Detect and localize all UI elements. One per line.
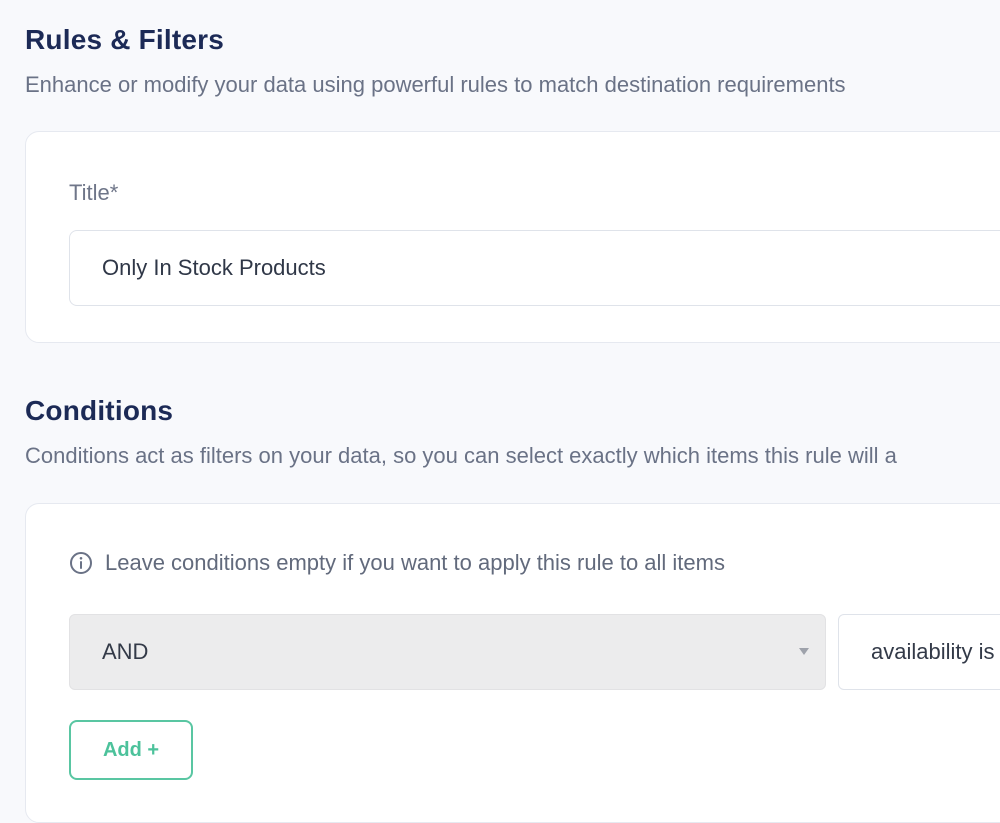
condition-field-text: availability is bbox=[871, 639, 995, 664]
conditions-card: Leave conditions empty if you want to ap… bbox=[25, 503, 1000, 823]
info-icon bbox=[70, 552, 92, 574]
operator-select-value: AND bbox=[102, 639, 149, 664]
conditions-hint-text: Leave conditions empty if you want to ap… bbox=[105, 550, 725, 575]
condition-field[interactable]: availability is bbox=[838, 614, 1000, 690]
conditions-title: Conditions bbox=[25, 395, 174, 426]
rules-filters-subtitle: Enhance or modify your data using powerf… bbox=[25, 72, 846, 97]
conditions-subtitle: Conditions act as filters on your data, … bbox=[25, 443, 897, 468]
conditions-hint: Leave conditions empty if you want to ap… bbox=[69, 550, 725, 576]
rules-filters-title: Rules & Filters bbox=[25, 24, 225, 55]
title-field-label: Title* bbox=[69, 180, 119, 205]
title-card: Title* bbox=[25, 131, 1000, 343]
title-input[interactable] bbox=[69, 230, 1000, 306]
operator-select[interactable]: AND bbox=[69, 614, 826, 690]
caret-down-icon bbox=[799, 648, 809, 655]
add-condition-button[interactable]: Add + bbox=[69, 720, 193, 780]
